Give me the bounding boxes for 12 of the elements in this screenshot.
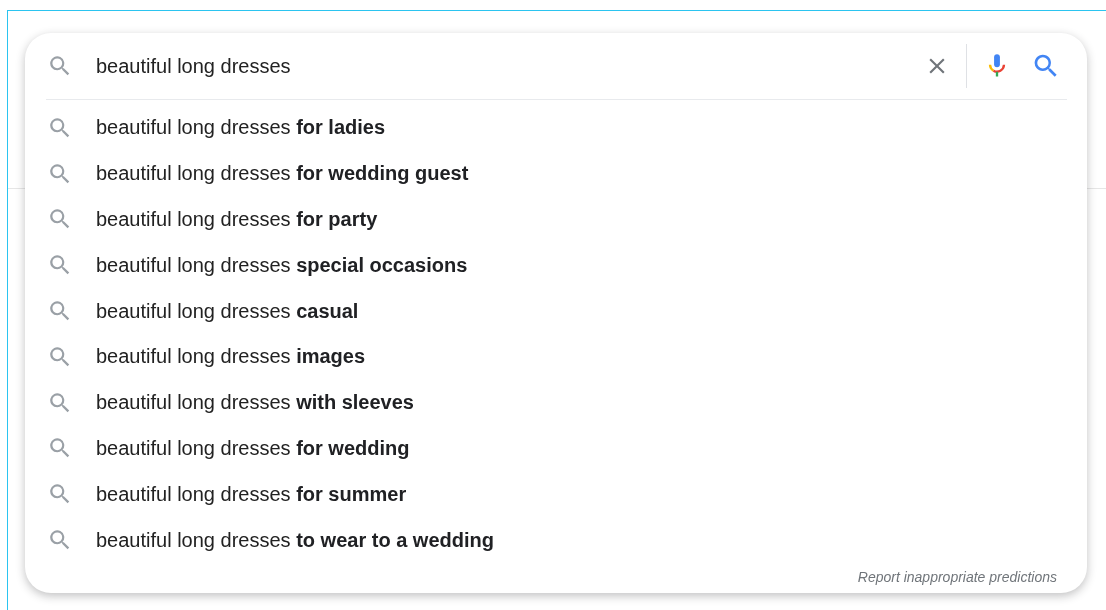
suggestion-item[interactable]: beautiful long dresses for summer [96,482,407,506]
suggestion-item[interactable]: beautiful long dresses for party [96,208,378,231]
report-link[interactable]: Report inappropriate predictions [857,568,1057,585]
suggestion-item[interactable]: beautiful long dresses for wedding guest [96,162,469,186]
suggestion-item[interactable]: beautiful long dresses for ladies [96,116,386,140]
search-field[interactable]: beautiful long dresses [96,51,914,81]
suggestion-item[interactable]: beautiful long dresses images [96,345,366,369]
suggestion-item[interactable]: beautiful long dresses with sleeves [96,391,414,415]
suggestion-item[interactable]: beautiful long dresses casual [96,299,359,323]
suggestion-item[interactable]: beautiful long dresses special occasions [96,253,468,277]
suggestion-item[interactable]: beautiful long dresses for wedding [96,436,410,460]
suggestion-item[interactable]: beautiful long dresses to wear to a wedding [96,528,494,552]
